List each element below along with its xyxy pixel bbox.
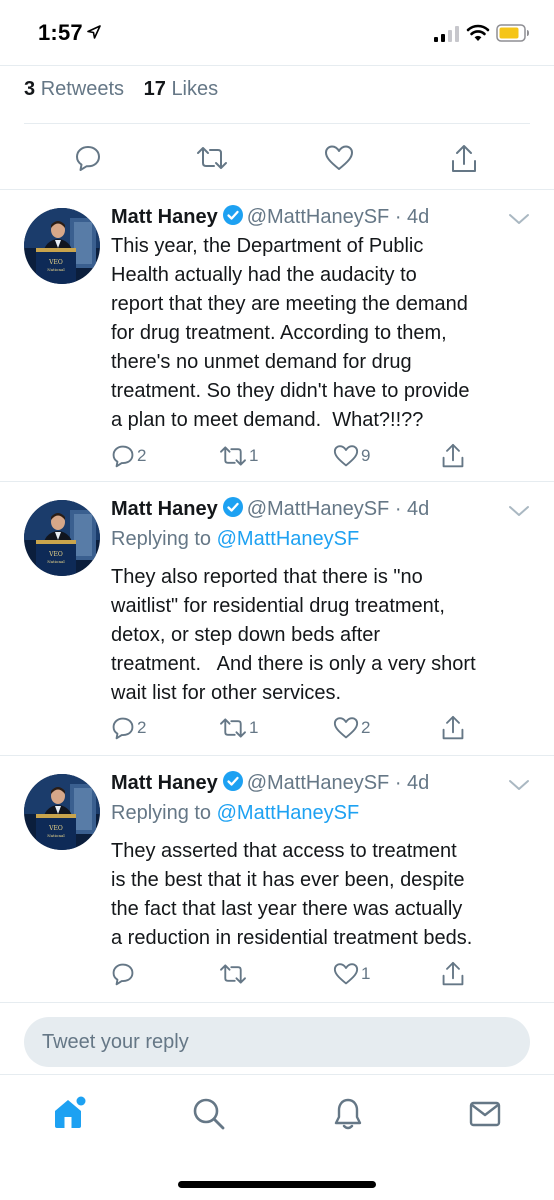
retweets-count: 3 bbox=[24, 78, 36, 100]
retweets-label[interactable]: Retweets bbox=[41, 78, 124, 100]
like-count: 9 bbox=[361, 446, 371, 465]
share-icon bbox=[442, 961, 464, 986]
tweet-body: Matt Haney @MattHaneySF · 4d Replying to … bbox=[111, 768, 530, 953]
like-button[interactable]: 1 bbox=[333, 960, 370, 988]
retweet-icon bbox=[220, 964, 246, 984]
reply-count: 2 bbox=[137, 446, 147, 465]
reply-icon[interactable] bbox=[74, 144, 102, 172]
replying-to: Replying to @MattHaneySF bbox=[111, 524, 530, 554]
retweet-count: 1 bbox=[249, 446, 259, 465]
retweet-button[interactable] bbox=[219, 960, 249, 988]
replying-to-label: Replying to bbox=[111, 802, 217, 824]
verified-icon bbox=[222, 497, 243, 517]
like-icon bbox=[333, 445, 359, 467]
tweet-body: Matt Haney @MattHaneySF · 4d This year, t… bbox=[111, 202, 530, 435]
replying-to: Replying to @MattHaneySF bbox=[111, 798, 530, 828]
reply-input[interactable] bbox=[24, 1017, 530, 1067]
like-button[interactable]: 9 bbox=[333, 442, 370, 470]
reply-button[interactable]: 2 bbox=[111, 442, 146, 470]
tweet-time: · 4d bbox=[394, 498, 430, 520]
tweet-actions: 2 1 2 bbox=[111, 714, 530, 742]
retweet-icon bbox=[220, 446, 246, 466]
tweet-text: They also reported that there is "no wai… bbox=[111, 566, 476, 704]
avatar[interactable] bbox=[24, 208, 100, 284]
retweet-icon bbox=[220, 718, 246, 738]
tweet-time: · 4d bbox=[394, 772, 430, 794]
tweet-actions: 1 bbox=[111, 960, 530, 988]
likes-label[interactable]: Likes bbox=[171, 78, 218, 100]
author-name[interactable]: Matt Haney bbox=[111, 206, 218, 228]
tweet-header: Matt Haney @MattHaneySF · 4d bbox=[111, 494, 530, 524]
tweet-header: Matt Haney @MattHaneySF · 4d bbox=[111, 202, 530, 232]
tweet[interactable]: Matt Haney @MattHaneySF · 4d This year, t… bbox=[0, 190, 554, 482]
tweet-header: Matt Haney @MattHaneySF · 4d bbox=[111, 768, 530, 798]
tweet-body: Matt Haney @MattHaneySF · 4d Replying to … bbox=[111, 494, 530, 708]
share-button[interactable] bbox=[441, 960, 465, 988]
reply-button[interactable]: 2 bbox=[111, 714, 146, 742]
like-count: 1 bbox=[361, 964, 371, 983]
tweet-text: They asserted that access to treatment i… bbox=[111, 840, 473, 949]
likes-count: 17 bbox=[143, 78, 166, 100]
author-handle[interactable]: @MattHaneySF bbox=[247, 498, 390, 520]
replying-to-mention[interactable]: @MattHaneySF bbox=[217, 802, 360, 824]
share-icon bbox=[442, 443, 464, 468]
search-icon[interactable] bbox=[192, 1097, 226, 1131]
location-arrow-icon bbox=[87, 25, 101, 39]
share-icon[interactable] bbox=[450, 144, 478, 174]
like-button[interactable]: 2 bbox=[333, 714, 370, 742]
share-button[interactable] bbox=[441, 714, 465, 742]
status-bar: 1:57 bbox=[0, 0, 554, 66]
battery-icon bbox=[496, 24, 529, 42]
replying-to-mention[interactable]: @MattHaneySF bbox=[217, 528, 360, 550]
tweet-actions: 2 1 9 bbox=[111, 442, 530, 470]
share-icon bbox=[442, 715, 464, 740]
tweet[interactable]: Matt Haney @MattHaneySF · 4d Replying to … bbox=[0, 482, 554, 756]
share-button[interactable] bbox=[441, 442, 465, 470]
like-icon bbox=[333, 717, 359, 739]
like-count: 2 bbox=[361, 718, 371, 737]
tweet-time: · 4d bbox=[394, 206, 430, 228]
reply-bar bbox=[0, 1002, 554, 1074]
tweet-text: This year, the Department of Public Heal… bbox=[111, 235, 470, 431]
reply-button[interactable] bbox=[111, 960, 137, 988]
retweet-icon[interactable] bbox=[196, 144, 228, 172]
author-handle[interactable]: @MattHaneySF bbox=[247, 206, 390, 228]
verified-icon bbox=[222, 771, 243, 791]
home-icon[interactable] bbox=[52, 1093, 88, 1131]
tweet[interactable]: Matt Haney @MattHaneySF · 4d Replying to … bbox=[0, 756, 554, 1002]
reply-icon bbox=[112, 963, 134, 986]
main-tweet-actions bbox=[0, 124, 554, 190]
retweet-button[interactable]: 1 bbox=[219, 442, 258, 470]
status-time: 1:57 bbox=[38, 20, 83, 45]
wifi-icon bbox=[466, 24, 490, 41]
engagement-stats: 3 Retweets 17 Likes bbox=[24, 78, 530, 124]
like-icon[interactable] bbox=[324, 144, 354, 172]
signal-icon bbox=[434, 26, 459, 42]
notifications-icon[interactable] bbox=[333, 1097, 363, 1131]
reply-count: 2 bbox=[137, 718, 147, 737]
author-name[interactable]: Matt Haney bbox=[111, 772, 218, 794]
retweet-count: 1 bbox=[249, 718, 259, 737]
messages-icon[interactable] bbox=[469, 1101, 501, 1127]
verified-icon bbox=[222, 205, 243, 225]
author-name[interactable]: Matt Haney bbox=[111, 498, 218, 520]
author-handle[interactable]: @MattHaneySF bbox=[247, 772, 390, 794]
retweet-button[interactable]: 1 bbox=[219, 714, 258, 742]
like-icon bbox=[333, 963, 359, 985]
avatar[interactable] bbox=[24, 500, 100, 576]
avatar[interactable] bbox=[24, 774, 100, 850]
reply-icon bbox=[112, 445, 134, 468]
replying-to-label: Replying to bbox=[111, 528, 217, 550]
home-indicator[interactable] bbox=[178, 1181, 376, 1188]
reply-icon bbox=[112, 717, 134, 740]
